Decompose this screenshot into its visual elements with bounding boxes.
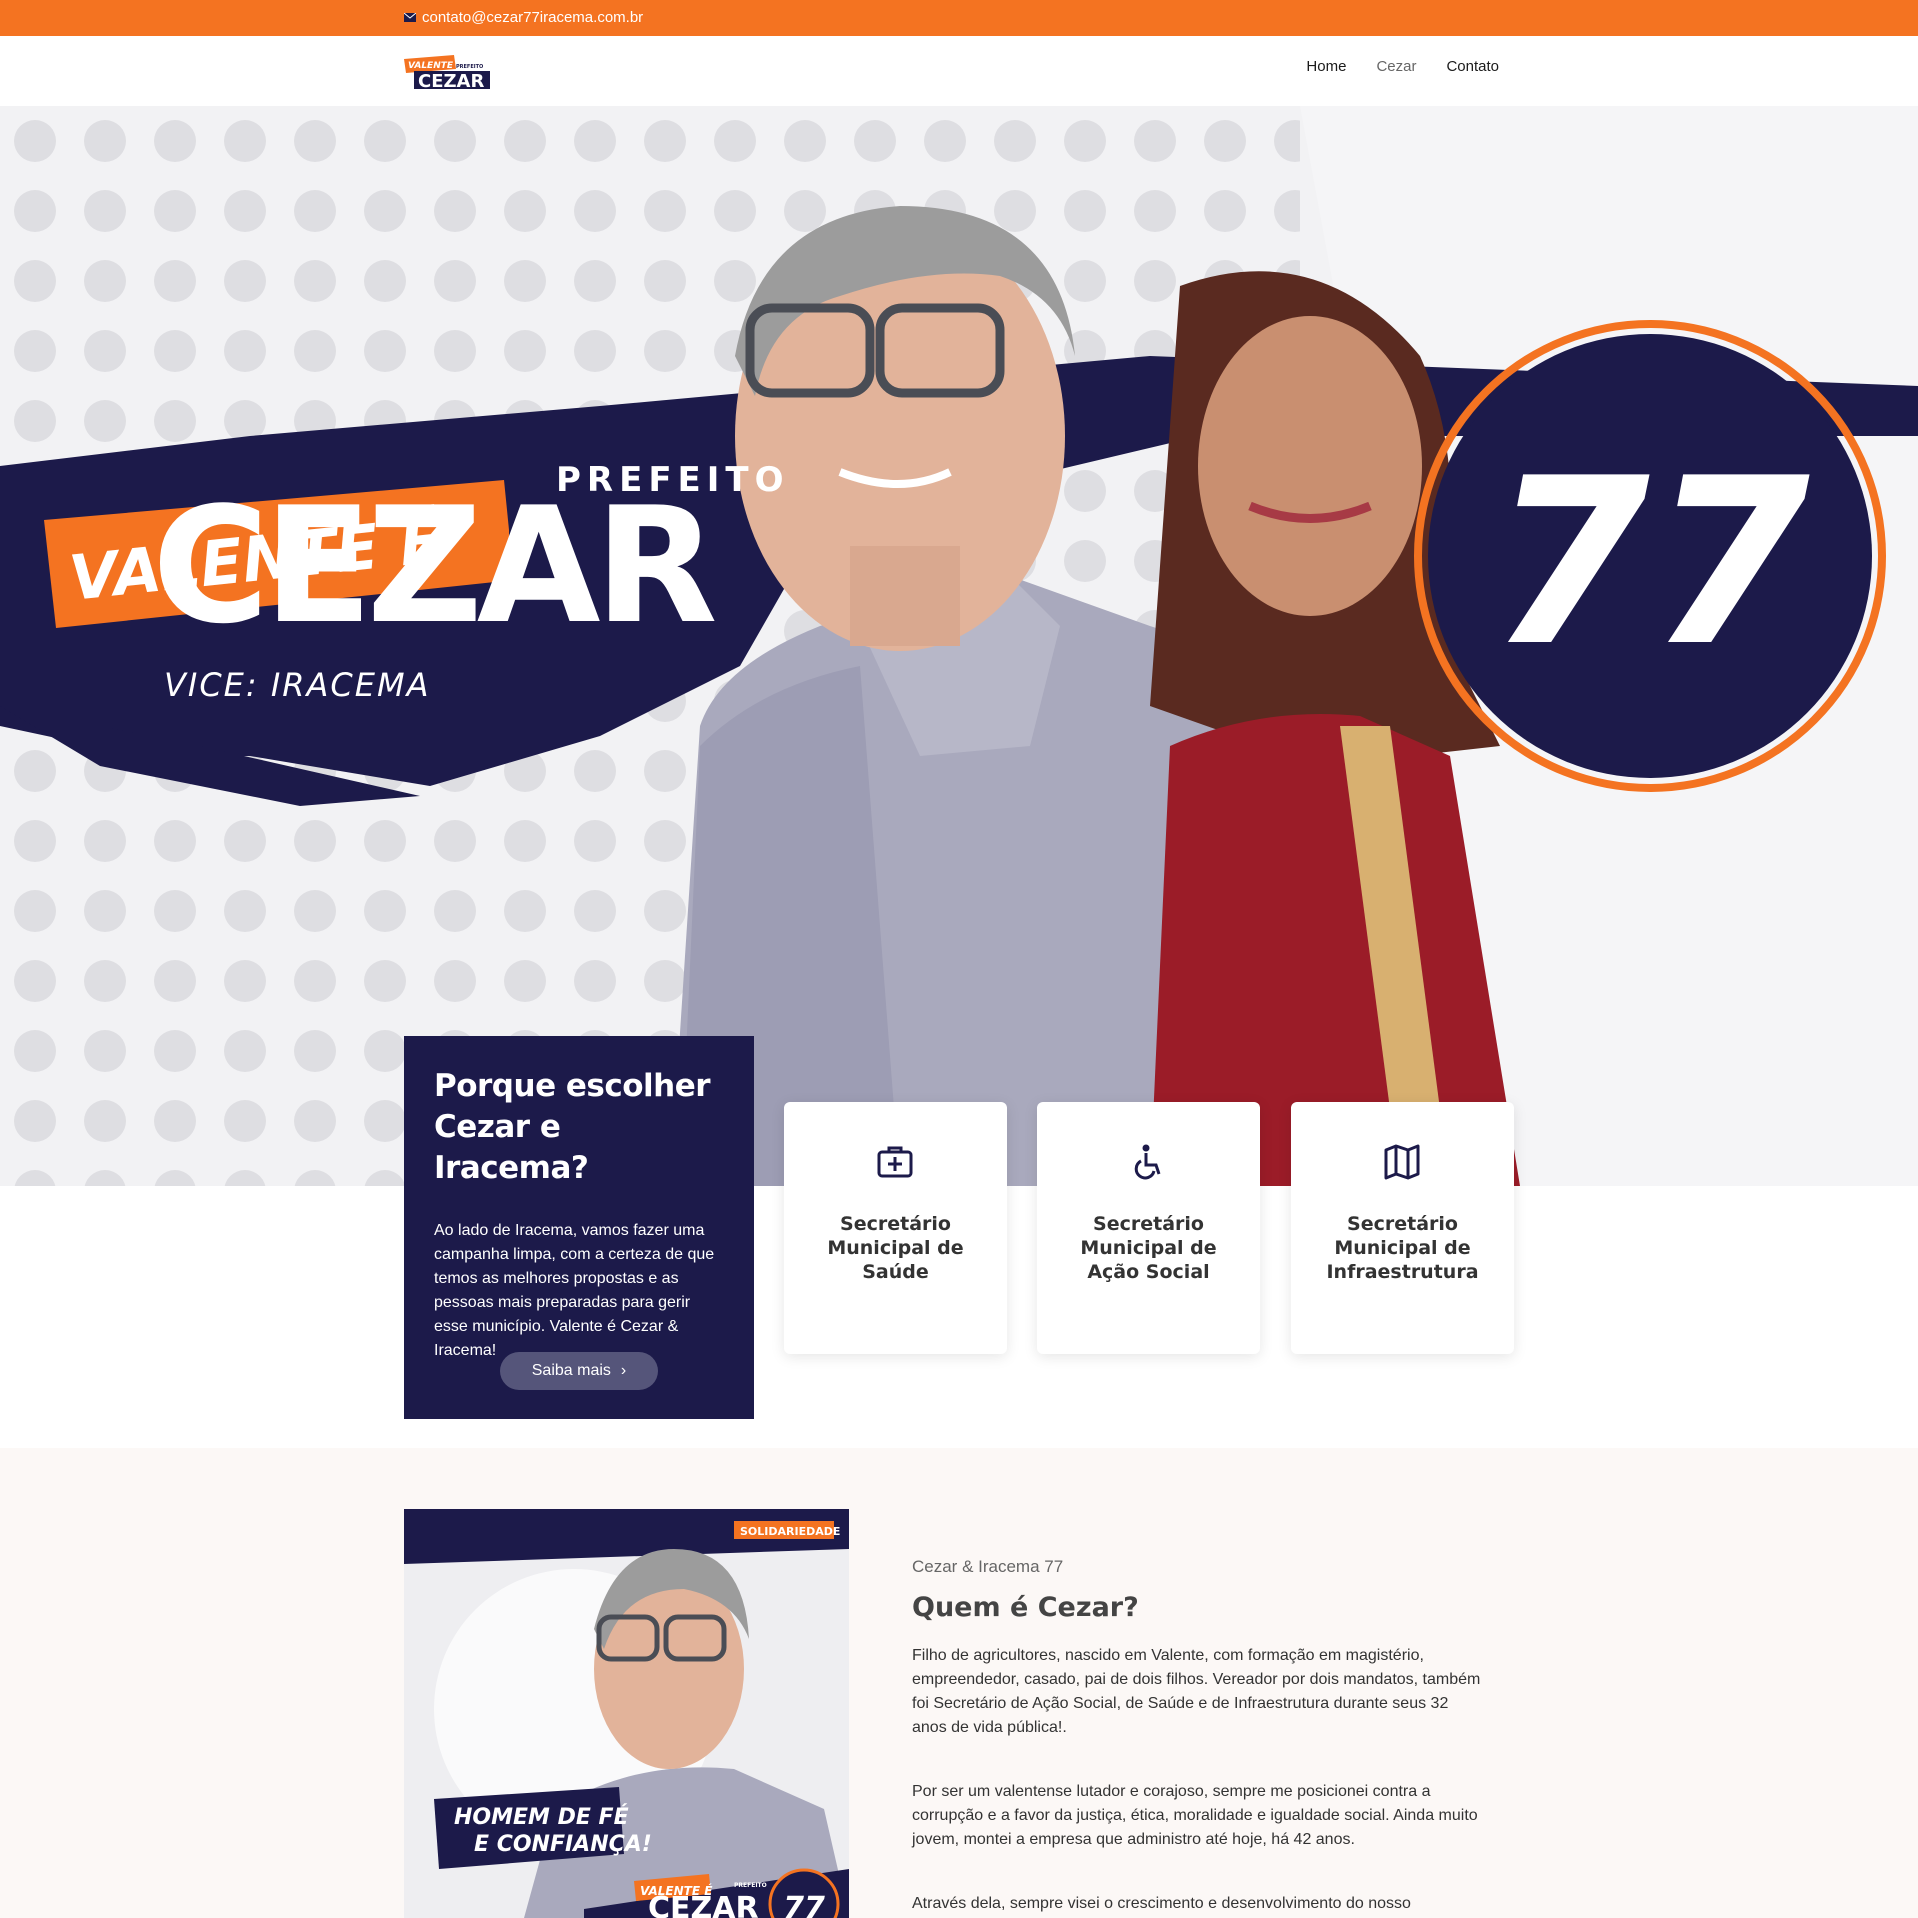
- nav-contato[interactable]: Contato: [1446, 58, 1499, 75]
- poster-name: CEZAR: [648, 1891, 759, 1918]
- candidate-number: 77: [1490, 430, 1810, 697]
- site-logo[interactable]: VALENTE É PREFEITO CEZAR: [404, 55, 490, 91]
- about-paragraph-3: Através dela, sempre visei o crescimento…: [912, 1895, 1411, 1912]
- service-card-acao-social[interactable]: Secretário Municipal de Ação Social: [1037, 1102, 1260, 1354]
- campaign-poster: SOLIDARIEDADE HOMEM DE FÉ E CONFIANÇA! V…: [404, 1509, 849, 1918]
- hero-vice-name: VICE: IRACEMA: [164, 666, 431, 704]
- candidate-number-text: 77: [1490, 430, 1810, 697]
- poster-tagline-1: HOMEM DE FÉ: [454, 1804, 629, 1830]
- poster-tagline-2: E CONFIANÇA!: [474, 1832, 652, 1857]
- why-text: Ao lado de Iracema, vamos fazer uma camp…: [434, 1222, 715, 1359]
- service-card-infraestrutura[interactable]: Secretário Municipal de Infraestrutura: [1291, 1102, 1514, 1354]
- service-card-saude[interactable]: Secretário Municipal de Saúde: [784, 1102, 1007, 1354]
- learn-more-button[interactable]: Saiba mais ›: [500, 1352, 658, 1390]
- top-bar: contato@cezar77iracema.com.br: [0, 0, 1918, 36]
- hero-candidate-name: CEZAR: [152, 472, 718, 659]
- map-icon: [1384, 1144, 1420, 1180]
- contact-email-text: contato@cezar77iracema.com.br: [422, 9, 644, 26]
- about-title: Quem é Cezar?: [912, 1592, 1139, 1623]
- chevron-right-icon: ›: [620, 1362, 627, 1379]
- about-paragraph-1: Filho de agricultores, nascido em Valent…: [912, 1647, 1481, 1736]
- poster-office: PREFEITO: [734, 1882, 767, 1889]
- envelope-icon: [404, 13, 416, 22]
- logo-slogan: VALENTE É: [408, 59, 463, 71]
- service-title: Secretário Municipal de Ação Social: [1080, 1213, 1217, 1283]
- contact-email[interactable]: contato@cezar77iracema.com.br: [404, 9, 643, 26]
- poster-party: SOLIDARIEDADE: [740, 1525, 840, 1538]
- why-title: Porque escolher Cezar e Iracema?: [434, 1068, 711, 1186]
- nav-cezar[interactable]: Cezar: [1376, 58, 1416, 75]
- site-header: VALENTE É PREFEITO CEZAR Home Cezar Cont…: [0, 36, 1918, 107]
- why-card: Porque escolher Cezar e Iracema? Ao lado…: [404, 1036, 754, 1419]
- logo-name: CEZAR: [418, 71, 484, 91]
- service-title: Secretário Municipal de Saúde: [827, 1213, 964, 1283]
- medical-kit-icon: [877, 1146, 913, 1178]
- about-paragraph-2: Por ser um valentense lutador e corajoso…: [912, 1783, 1478, 1848]
- wheelchair-icon: [1134, 1144, 1161, 1180]
- service-title: Secretário Municipal de Infraestrutura: [1326, 1213, 1479, 1283]
- main-nav: Home Cezar Contato: [1306, 58, 1499, 75]
- learn-more-label: Saiba mais: [531, 1362, 611, 1379]
- poster-number: 77: [783, 1891, 825, 1918]
- logo-office: PREFEITO: [456, 64, 483, 70]
- about-subtitle: Cezar & Iracema 77: [912, 1557, 1064, 1576]
- nav-home[interactable]: Home: [1306, 58, 1346, 75]
- hero-banner: VALENTE É PREFEITO CEZAR VICE: IRACEMA 7…: [0, 106, 1918, 1186]
